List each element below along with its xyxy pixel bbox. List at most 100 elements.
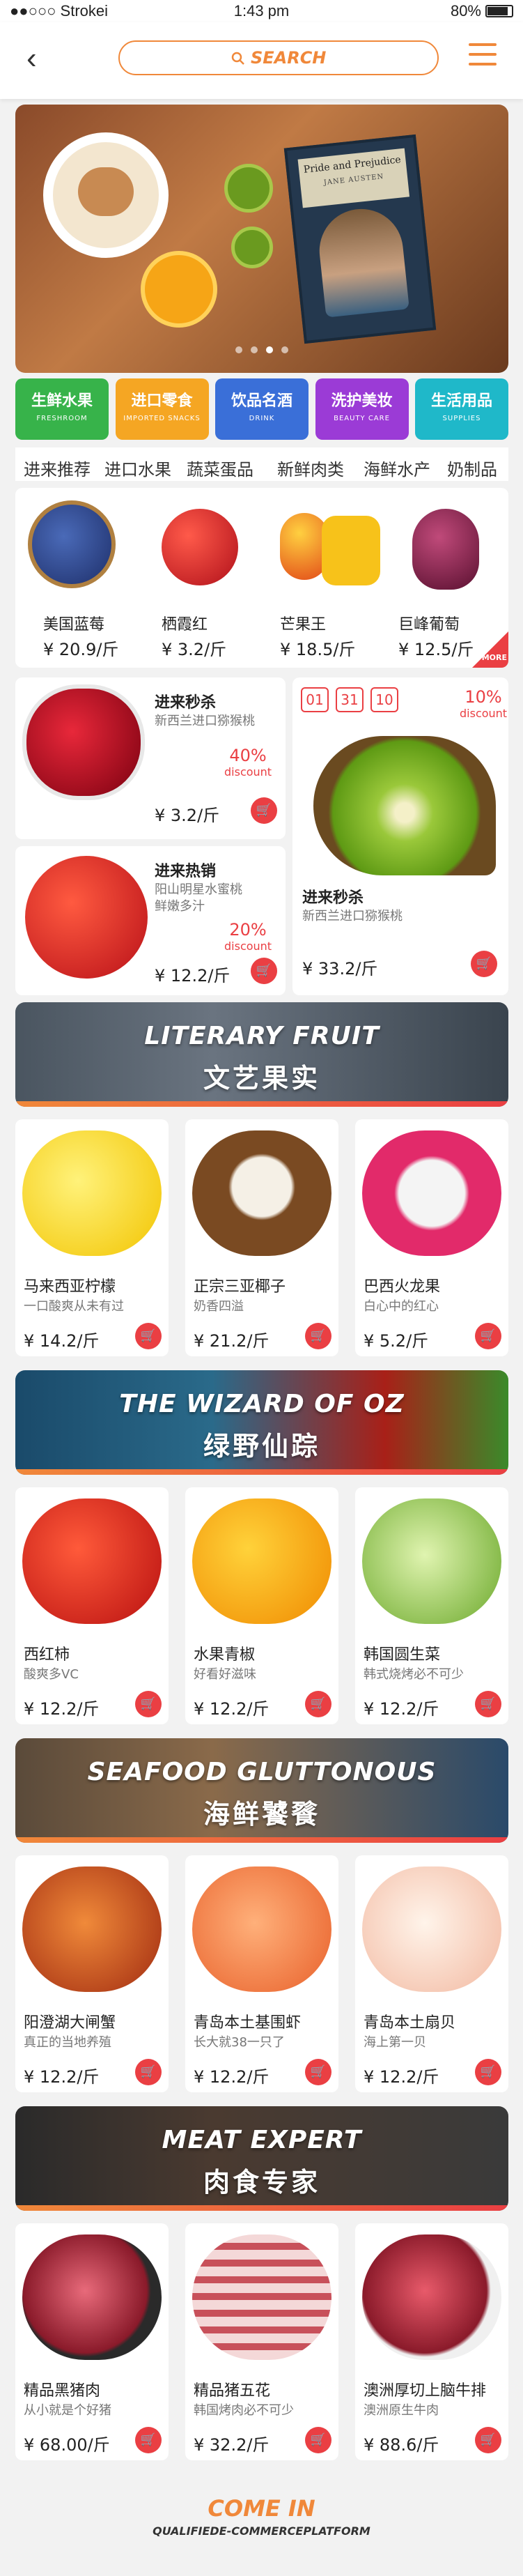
section-title-cn: 海鲜饕餮 xyxy=(203,1799,320,1830)
flash-kiwi-card[interactable]: 01 31 10 10% discount 进来秒杀 新西兰进口猕猴桃 ¥ 33.… xyxy=(292,677,508,995)
category-5[interactable]: 生活用品 SUPPLIES xyxy=(415,378,508,440)
cart-icon[interactable]: 🛒 xyxy=(135,1691,162,1717)
cart-icon[interactable]: 🛒 xyxy=(475,2059,501,2085)
product-card[interactable]: 巴西火龙果 白心中的红心 ¥ 5.2/斤 🛒 xyxy=(355,1119,508,1356)
product-card[interactable]: 西红柿 酸爽多VC ¥ 12.2/斤 🛒 xyxy=(15,1487,169,1724)
mango-cut-image[interactable] xyxy=(322,516,380,585)
section-title-cn: 绿野仙踪 xyxy=(203,1431,320,1462)
section-accent-bar xyxy=(15,1469,508,1475)
category-sublabel: DRINK xyxy=(249,415,275,422)
recommend-name: 美国蓝莓 xyxy=(43,616,105,634)
product-image xyxy=(362,1130,501,1256)
product-name: 水果青椒 xyxy=(194,1646,256,1664)
carousel-dot[interactable] xyxy=(281,346,288,353)
product-price: ¥ 12.2/斤 xyxy=(364,2067,439,2087)
product-card[interactable]: 精品黑猪肉 从小就是个好猪 ¥ 68.00/斤 🛒 xyxy=(15,2223,169,2460)
product-card[interactable]: 水果青椒 好看好滋味 ¥ 12.2/斤 🛒 xyxy=(185,1487,338,1724)
blueberry-image[interactable] xyxy=(28,500,116,588)
product-card[interactable]: 马来西亚柠檬 一口酸爽从未有过 ¥ 14.2/斤 🛒 xyxy=(15,1119,169,1356)
carousel-dot[interactable] xyxy=(235,346,242,353)
battery-percent: 80% xyxy=(450,2,481,20)
product-name: 正宗三亚椰子 xyxy=(194,1278,286,1296)
product-desc: 真正的当地养殖 xyxy=(24,2035,111,2050)
tab-6[interactable]: 奶制品 xyxy=(447,456,497,480)
section-title-cn: 肉食专家 xyxy=(203,2167,320,2198)
back-icon[interactable]: ‹ xyxy=(26,43,37,74)
flash-cherry-card[interactable]: 进来秒杀 新西兰进口猕猴桃 40% discount ¥ 3.2/斤 🛒 xyxy=(15,677,286,839)
carousel-dot[interactable] xyxy=(251,346,258,353)
product-desc: 海上第一贝 xyxy=(364,2035,426,2050)
hero-banner[interactable]: Pride and Prejudice JANE AUSTEN xyxy=(15,105,508,373)
flash-apple-card[interactable]: 进来热销 阳山明星水蜜桃 鲜嫩多汁 20% discount ¥ 12.2/斤 🛒 xyxy=(15,846,286,995)
timer-hours: 01 xyxy=(301,687,329,712)
tab-3[interactable]: 蔬菜蛋品 xyxy=(187,456,253,480)
product-price: ¥ 12.2/斤 xyxy=(364,1699,439,1719)
kiwi-image xyxy=(313,736,496,875)
category-4[interactable]: 洗护美妆 BEAUTY CARE xyxy=(315,378,409,440)
cart-icon[interactable]: 🛒 xyxy=(135,2427,162,2453)
recommend-row: 美国蓝莓 ¥ 20.9/斤 栖霞红 ¥ 3.2/斤 芒果王 ¥ 18.5/斤 巨峰葡萄 ¥ 1… xyxy=(15,488,508,668)
category-sublabel: IMPORTED SNACKS xyxy=(123,415,201,422)
product-name: 青岛本土扇贝 xyxy=(364,2014,456,2032)
carousel-dot-active[interactable] xyxy=(266,346,273,353)
section-banner-4[interactable]: MEAT EXPERT 肉食专家 xyxy=(15,2106,508,2211)
product-name: 韩国圆生菜 xyxy=(364,1646,441,1664)
product-card[interactable]: 精品猪五花 韩国烤肉必不可少 ¥ 32.2/斤 🛒 xyxy=(185,2223,338,2460)
category-1[interactable]: 生鲜水果 FRESHROOM xyxy=(15,378,109,440)
category-2[interactable]: 进口零食 IMPORTED SNACKS xyxy=(115,378,209,440)
product-card[interactable]: 青岛本土扇贝 海上第一贝 ¥ 12.2/斤 🛒 xyxy=(355,1855,508,2092)
product-image xyxy=(192,1130,331,1256)
product-name: 阳澄湖大闸蟹 xyxy=(24,2014,116,2032)
cart-icon[interactable]: 🛒 xyxy=(135,2059,162,2085)
product-price: ¥ 12.2/斤 xyxy=(194,2067,270,2087)
tab-1[interactable]: 进来推荐 xyxy=(24,456,91,480)
book-portrait xyxy=(315,204,409,318)
section-banner-1[interactable]: LITERARY FRUIT 文艺果实 xyxy=(15,1002,508,1107)
more-label[interactable]: MORE xyxy=(482,653,507,662)
tab-5[interactable]: 海鲜水产 xyxy=(364,456,430,480)
cart-icon[interactable]: 🛒 xyxy=(475,1323,501,1349)
section-banner-2[interactable]: THE WIZARD OF OZ 绿野仙踪 xyxy=(15,1370,508,1475)
product-card[interactable]: 韩国圆生菜 韩式烧烤必不可少 ¥ 12.2/斤 🛒 xyxy=(355,1487,508,1724)
category-sublabel: FRESHROOM xyxy=(36,415,88,422)
tab-2[interactable]: 进口水果 xyxy=(104,456,171,480)
product-card[interactable]: 澳洲厚切上脑牛排 澳洲原生牛肉 ¥ 88.6/斤 🛒 xyxy=(355,2223,508,2460)
cart-icon[interactable]: 🛒 xyxy=(251,797,277,824)
status-bar: ●●○○○ Strokei 1:43 pm 80% xyxy=(0,0,523,22)
cart-icon[interactable]: 🛒 xyxy=(305,1691,331,1717)
red-apple-image xyxy=(25,856,148,979)
product-image xyxy=(192,2234,331,2360)
cart-icon[interactable]: 🛒 xyxy=(305,2427,331,2453)
product-price: ¥ 68.00/斤 xyxy=(24,2435,110,2455)
product-name: 马来西亚柠檬 xyxy=(24,1278,116,1296)
search-bar[interactable]: SEARCH xyxy=(118,40,439,75)
cart-icon[interactable]: 🛒 xyxy=(135,1323,162,1349)
cart-icon[interactable]: 🛒 xyxy=(471,951,497,977)
product-desc: 一口酸爽从未有过 xyxy=(24,1299,124,1314)
product-card[interactable]: 正宗三亚椰子 奶香四溢 ¥ 21.2/斤 🛒 xyxy=(185,1119,338,1356)
kiwi-slice-image-2 xyxy=(231,227,273,268)
more-corner[interactable] xyxy=(472,631,508,668)
tab-4[interactable]: 新鲜肉类 xyxy=(277,456,344,480)
cart-icon[interactable]: 🛒 xyxy=(305,1323,331,1349)
product-image xyxy=(362,2234,501,2360)
footer-title: COME IN xyxy=(208,2495,315,2522)
cart-icon[interactable]: 🛒 xyxy=(475,2427,501,2453)
grape-image[interactable] xyxy=(412,509,479,590)
battery-icon xyxy=(485,5,513,17)
search-placeholder: SEARCH xyxy=(250,48,327,68)
apple-image[interactable] xyxy=(162,509,238,585)
menu-icon[interactable] xyxy=(469,43,497,68)
category-3[interactable]: 饮品名酒 DRINK xyxy=(215,378,309,440)
cart-icon[interactable]: 🛒 xyxy=(251,958,277,984)
product-card[interactable]: 阳澄湖大闸蟹 真正的当地养殖 ¥ 12.2/斤 🛒 xyxy=(15,1855,169,2092)
latte-art xyxy=(78,167,134,216)
kiwi-slice-image xyxy=(224,164,273,213)
section-banner-3[interactable]: SEAFOOD GLUTTONOUS 海鲜饕餮 xyxy=(15,1738,508,1843)
cart-icon[interactable]: 🛒 xyxy=(305,2059,331,2085)
cart-icon[interactable]: 🛒 xyxy=(475,1691,501,1717)
product-price: ¥ 12.2/斤 xyxy=(24,1699,100,1719)
product-desc: 从小就是个好猪 xyxy=(24,2403,111,2418)
product-tabs: 进来推荐 进口水果 蔬菜蛋品 新鲜肉类 海鲜水产 奶制品 xyxy=(15,447,508,481)
product-card[interactable]: 青岛本土基围虾 长大就38一只了 ¥ 12.2/斤 🛒 xyxy=(185,1855,338,2092)
